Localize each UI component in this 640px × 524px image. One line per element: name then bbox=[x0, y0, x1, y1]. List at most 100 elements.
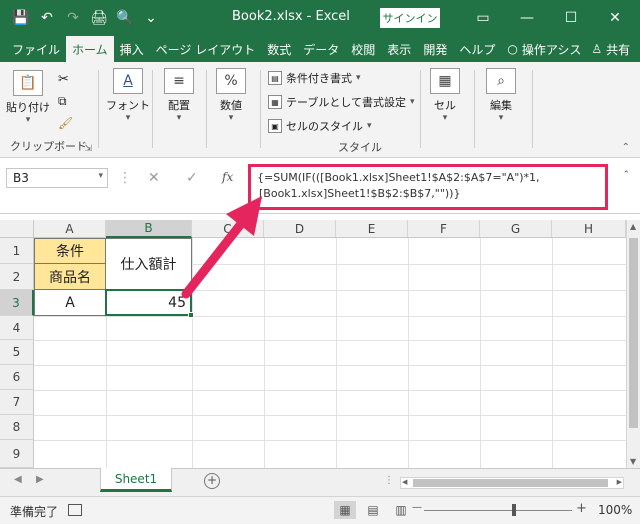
cell-b1-b2[interactable]: 仕入額計 bbox=[106, 238, 192, 290]
scroll-up-icon[interactable]: ▲ bbox=[630, 222, 636, 231]
column-header-b[interactable]: B bbox=[106, 220, 192, 238]
cell-styles-button[interactable]: ▣ セルのスタイル ▾ bbox=[268, 118, 372, 134]
page-break-view-icon[interactable]: ▥ bbox=[390, 501, 412, 519]
signin-button[interactable]: サインイン bbox=[380, 8, 440, 28]
cells-icon: ▦ bbox=[430, 68, 460, 94]
column-header-f[interactable]: F bbox=[408, 220, 480, 238]
column-header-d[interactable]: D bbox=[264, 220, 336, 238]
scroll-left-icon[interactable]: ◀ bbox=[402, 478, 407, 486]
prev-sheet-icon[interactable]: ◀ bbox=[14, 474, 22, 485]
share-button[interactable]: 共有 bbox=[606, 41, 630, 58]
conditional-format-button[interactable]: ▤ 条件付き書式 ▾ bbox=[268, 70, 361, 86]
enter-icon[interactable]: ✓ bbox=[186, 170, 198, 186]
chevron-down-icon: ▾ bbox=[498, 113, 504, 123]
tab-file[interactable]: ファイル bbox=[6, 36, 66, 62]
cell-b3-selected[interactable]: 45 bbox=[105, 289, 192, 316]
select-all-corner[interactable] bbox=[0, 220, 34, 238]
fill-handle[interactable] bbox=[188, 312, 194, 318]
scroll-down-icon[interactable]: ▼ bbox=[630, 457, 636, 466]
tab-data[interactable]: データ bbox=[297, 36, 345, 62]
row-header-5[interactable]: 5 bbox=[0, 340, 34, 365]
cell-a1[interactable]: 条件 bbox=[34, 238, 106, 264]
cut-icon[interactable]: ✂ bbox=[58, 72, 69, 87]
tab-review[interactable]: 校閲 bbox=[345, 36, 381, 62]
close-icon[interactable]: ✕ bbox=[594, 0, 636, 36]
clipboard-group: 📋 貼り付け ▾ ✂ ⧉ 🖌 クリップボード ⇲ bbox=[0, 66, 96, 156]
font-button[interactable]: A フォント ▾ bbox=[106, 68, 150, 123]
tell-me-label[interactable]: 操作アシス bbox=[522, 41, 582, 58]
tab-help[interactable]: ヘルプ bbox=[453, 36, 501, 62]
zoom-slider[interactable] bbox=[424, 510, 572, 511]
paste-button[interactable]: 📋 貼り付け ▾ bbox=[6, 70, 50, 125]
normal-view-icon[interactable]: ▦ bbox=[334, 501, 356, 519]
next-sheet-icon[interactable]: ▶ bbox=[36, 474, 44, 485]
status-bar: 準備完了 ▦ ▤ ▥ — + 100% bbox=[0, 496, 640, 524]
undo-icon[interactable]: ↶ bbox=[36, 7, 58, 29]
column-header-c[interactable]: C bbox=[192, 220, 264, 238]
number-label: 数値 bbox=[220, 99, 242, 112]
tab-page-layout[interactable]: ページ レイアウト bbox=[150, 36, 262, 62]
row-header-2[interactable]: 2 bbox=[0, 264, 34, 290]
expand-formula-icon[interactable]: ⌃ bbox=[622, 170, 630, 180]
row-header-4[interactable]: 4 bbox=[0, 316, 34, 340]
styles-group-label: スタイル bbox=[338, 141, 382, 154]
tab-home[interactable]: ホーム bbox=[66, 36, 114, 62]
minimize-icon[interactable]: — bbox=[506, 0, 548, 36]
horizontal-scroll-thumb[interactable] bbox=[413, 479, 608, 487]
cell-a3[interactable]: A bbox=[34, 290, 106, 316]
conditional-format-icon: ▤ bbox=[268, 71, 282, 85]
dialog-launcher-icon[interactable]: ⇲ bbox=[84, 144, 92, 154]
cells-button[interactable]: ▦ セル ▾ bbox=[430, 68, 460, 123]
redo-icon[interactable]: ↷ bbox=[62, 7, 84, 29]
tab-view[interactable]: 表示 bbox=[381, 36, 417, 62]
format-painter-icon[interactable]: 🖌 bbox=[58, 116, 73, 130]
editing-button[interactable]: ⌕ 編集 ▾ bbox=[486, 68, 516, 123]
page-layout-view-icon[interactable]: ▤ bbox=[362, 501, 384, 519]
clipboard-group-label: クリップボード bbox=[10, 140, 87, 153]
print-preview-icon[interactable]: 🔍 bbox=[114, 7, 136, 29]
formula-input[interactable]: {=SUM(IF(([Book1.xlsx]Sheet1!$A$2:$A$7="… bbox=[248, 164, 608, 210]
vertical-scrollbar[interactable]: ▲ ▼ bbox=[626, 220, 640, 468]
column-header-a[interactable]: A bbox=[34, 220, 106, 238]
zoom-level[interactable]: 100% bbox=[598, 503, 632, 517]
print-icon[interactable]: 🖨 bbox=[88, 7, 110, 29]
tab-developer[interactable]: 開発 bbox=[417, 36, 453, 62]
copy-icon[interactable]: ⧉ bbox=[58, 94, 67, 109]
tab-formulas[interactable]: 数式 bbox=[261, 36, 297, 62]
cell-a2[interactable]: 商品名 bbox=[34, 264, 106, 290]
macro-record-icon[interactable] bbox=[68, 504, 82, 516]
collapse-ribbon-icon[interactable]: ⌃ bbox=[622, 142, 630, 153]
row-header-9[interactable]: 9 bbox=[0, 440, 34, 468]
separator bbox=[532, 70, 533, 148]
cancel-icon[interactable]: ✕ bbox=[148, 170, 160, 186]
column-header-g[interactable]: G bbox=[480, 220, 552, 238]
insert-function-button[interactable]: fx bbox=[222, 170, 233, 184]
alignment-button[interactable]: ≡ 配置 ▾ bbox=[164, 68, 194, 123]
row-header-6[interactable]: 6 bbox=[0, 365, 34, 390]
zoom-slider-thumb[interactable] bbox=[512, 504, 516, 516]
add-sheet-button[interactable]: + bbox=[204, 473, 220, 489]
zoom-out-button[interactable]: — bbox=[412, 502, 422, 513]
font-icon: A bbox=[113, 68, 143, 94]
tab-insert[interactable]: 挿入 bbox=[114, 36, 150, 62]
column-header-e[interactable]: E bbox=[336, 220, 408, 238]
zoom-in-button[interactable]: + bbox=[576, 501, 587, 516]
lightbulb-icon: ○ bbox=[507, 42, 518, 56]
name-box[interactable]: B3 ▾ bbox=[6, 168, 108, 188]
table-format-icon: ▦ bbox=[268, 95, 282, 109]
customize-qat-icon[interactable]: ⌄ bbox=[140, 7, 162, 29]
column-header-h[interactable]: H bbox=[552, 220, 626, 238]
row-header-7[interactable]: 7 bbox=[0, 390, 34, 415]
format-as-table-button[interactable]: ▦ テーブルとして書式設定 ▾ bbox=[268, 94, 415, 110]
row-header-1[interactable]: 1 bbox=[0, 238, 34, 264]
sheet-tab-sheet1[interactable]: Sheet1 bbox=[100, 468, 172, 492]
ribbon-display-icon[interactable]: ▭ bbox=[462, 0, 504, 36]
row-header-8[interactable]: 8 bbox=[0, 415, 34, 440]
scroll-right-icon[interactable]: ▶ bbox=[617, 478, 622, 486]
maximize-icon[interactable]: ☐ bbox=[550, 0, 592, 36]
row-header-3[interactable]: 3 bbox=[0, 290, 34, 316]
number-button[interactable]: % 数値 ▾ bbox=[216, 68, 246, 123]
vertical-scroll-thumb[interactable] bbox=[629, 238, 638, 428]
horizontal-scrollbar[interactable]: ◀ ▶ bbox=[400, 477, 624, 489]
save-icon[interactable]: 💾 bbox=[10, 7, 32, 29]
